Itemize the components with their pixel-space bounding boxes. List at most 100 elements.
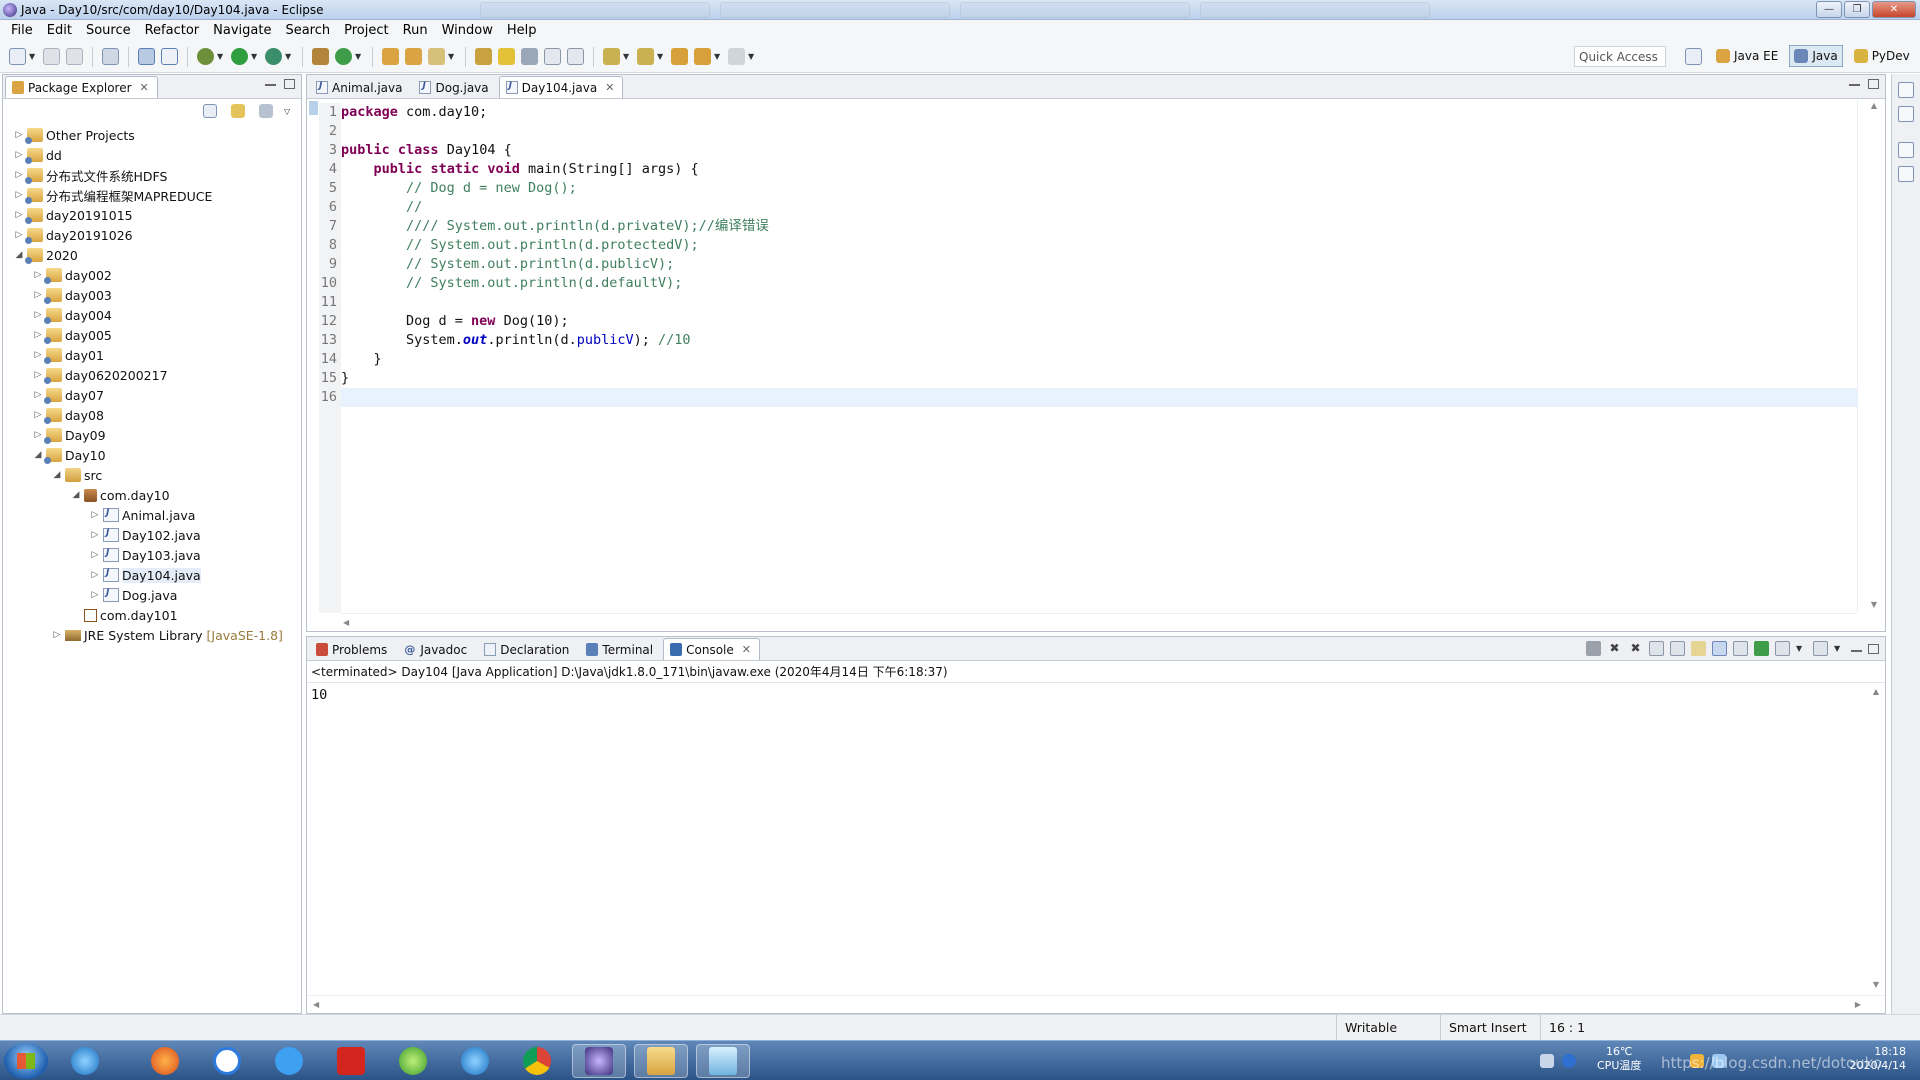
code-line[interactable]: Dog d = new Dog(10); bbox=[341, 312, 1857, 331]
menu-help[interactable]: Help bbox=[500, 23, 544, 38]
collapsed-arrow-icon[interactable]: ▷ bbox=[89, 530, 101, 540]
tab-day104-java[interactable]: Day104.java ✕ bbox=[498, 76, 624, 98]
tree-item[interactable]: ▷ day0620200217 bbox=[3, 365, 301, 385]
tree-item[interactable]: ◢ Day10 bbox=[3, 445, 301, 465]
overview-ruler[interactable]: ▲ ▼ bbox=[1857, 99, 1885, 613]
code-line[interactable]: package com.day10; bbox=[341, 103, 1857, 122]
quick-access-input[interactable]: Quick Access bbox=[1574, 46, 1666, 67]
menu-navigate[interactable]: Navigate bbox=[206, 23, 278, 38]
next-annotation-icon[interactable] bbox=[603, 48, 620, 65]
collapsed-arrow-icon[interactable]: ▷ bbox=[32, 410, 44, 420]
code-line[interactable]: public static void main(String[] args) { bbox=[341, 160, 1857, 179]
scroll-right-icon[interactable]: ▶ bbox=[1855, 1000, 1861, 1009]
search-icon[interactable] bbox=[428, 48, 445, 65]
tree-item[interactable]: ▷ JRE System Library [JavaSE-1.8] bbox=[3, 625, 301, 645]
collapsed-arrow-icon[interactable]: ▷ bbox=[13, 150, 25, 160]
code-line[interactable] bbox=[341, 388, 1857, 407]
toggle-mark-icon[interactable] bbox=[521, 48, 538, 65]
menu-source[interactable]: Source bbox=[79, 23, 138, 38]
pin-console-icon[interactable] bbox=[1754, 641, 1769, 656]
skip-breakpoints-icon[interactable] bbox=[161, 48, 178, 65]
tree-item[interactable]: ▷ Dog.java bbox=[3, 585, 301, 605]
code-line[interactable]: } bbox=[341, 369, 1857, 388]
tab-declaration[interactable]: Declaration bbox=[477, 638, 578, 660]
minimize-button[interactable]: — bbox=[1816, 1, 1842, 18]
taskbar-youdao[interactable] bbox=[324, 1044, 378, 1078]
clock[interactable]: 18:18 2020/4/14 bbox=[1850, 1045, 1906, 1073]
menu-edit[interactable]: Edit bbox=[40, 23, 79, 38]
view-menu-icon[interactable]: ▽ bbox=[284, 107, 291, 116]
taskbar-ie2[interactable] bbox=[448, 1044, 502, 1078]
expanded-arrow-icon[interactable]: ◢ bbox=[32, 450, 44, 460]
tree-item[interactable]: ▷ day08 bbox=[3, 405, 301, 425]
tree-item[interactable]: ▷ Day102.java bbox=[3, 525, 301, 545]
tree-item[interactable]: ◢ com.day10 bbox=[3, 485, 301, 505]
collapsed-arrow-icon[interactable]: ▷ bbox=[32, 330, 44, 340]
code-line[interactable]: // Dog d = new Dog(); bbox=[341, 179, 1857, 198]
tree-item[interactable]: ▷ Day09 bbox=[3, 425, 301, 445]
task-list-icon[interactable] bbox=[1898, 106, 1914, 122]
collapsed-arrow-icon[interactable]: ▷ bbox=[13, 170, 25, 180]
tree-item[interactable]: ▷ Day103.java bbox=[3, 545, 301, 565]
tab-problems[interactable]: Problems bbox=[309, 638, 396, 660]
show-on-output-icon[interactable] bbox=[1712, 641, 1727, 656]
taskbar-baidu-netdisk[interactable] bbox=[200, 1044, 254, 1078]
display-console-icon[interactable] bbox=[1775, 641, 1790, 656]
expanded-arrow-icon[interactable]: ◢ bbox=[13, 250, 25, 260]
tree-item[interactable]: ▷ day005 bbox=[3, 325, 301, 345]
focus-icon[interactable] bbox=[259, 104, 273, 118]
perspective-java[interactable]: Java bbox=[1789, 45, 1843, 67]
open-folder-icon[interactable] bbox=[405, 48, 422, 65]
keyboard-icon[interactable] bbox=[1540, 1054, 1554, 1068]
maximize-panel-icon[interactable] bbox=[1868, 643, 1879, 654]
tab-package-explorer[interactable]: Package Explorer ✕ bbox=[5, 76, 158, 98]
tree-item[interactable]: ▷ day20191015 bbox=[3, 205, 301, 225]
remove-launch-icon[interactable]: ✖ bbox=[1607, 641, 1622, 656]
code-line[interactable]: // System.out.println(d.publicV); bbox=[341, 255, 1857, 274]
tree-item[interactable]: ▷ 分布式编程框架MAPREDUCE bbox=[3, 185, 301, 205]
maximize-panel-icon[interactable] bbox=[284, 79, 295, 89]
word-wrap-icon[interactable] bbox=[1691, 641, 1706, 656]
tree-item[interactable]: ▷ day01 bbox=[3, 345, 301, 365]
horizontal-scrollbar[interactable]: ◀ ▶ bbox=[307, 995, 1885, 1013]
taskbar-ie[interactable] bbox=[58, 1044, 112, 1078]
highlight-icon[interactable] bbox=[498, 48, 515, 65]
code-line[interactable]: public class Day104 { bbox=[341, 141, 1857, 160]
show-on-error-icon[interactable] bbox=[1733, 641, 1748, 656]
collapsed-arrow-icon[interactable]: ▷ bbox=[89, 590, 101, 600]
terminal-icon[interactable] bbox=[138, 48, 155, 65]
tab-console[interactable]: Console ✕ bbox=[663, 638, 760, 660]
collapsed-arrow-icon[interactable]: ▷ bbox=[89, 570, 101, 580]
save-icon[interactable] bbox=[43, 48, 60, 65]
expanded-arrow-icon[interactable]: ◢ bbox=[70, 490, 82, 500]
code-line[interactable] bbox=[341, 293, 1857, 312]
taskbar-explorer[interactable] bbox=[634, 1044, 688, 1078]
taskbar-eclipse[interactable] bbox=[572, 1044, 626, 1078]
minimize-panel-icon[interactable] bbox=[1851, 649, 1862, 652]
horizontal-scrollbar[interactable]: ◀ bbox=[341, 613, 1857, 631]
close-icon[interactable]: ✕ bbox=[742, 643, 751, 656]
expanded-arrow-icon[interactable]: ◢ bbox=[51, 470, 63, 480]
menu-run[interactable]: Run bbox=[396, 23, 435, 38]
scroll-down-icon[interactable]: ▼ bbox=[1873, 980, 1879, 989]
maximize-panel-icon[interactable] bbox=[1868, 79, 1879, 89]
tree-item[interactable]: ▷ Day104.java bbox=[3, 565, 301, 585]
scroll-left-icon[interactable]: ◀ bbox=[313, 1000, 319, 1009]
code-line[interactable]: // System.out.println(d.defaultV); bbox=[341, 274, 1857, 293]
tree-item[interactable]: ▷ day002 bbox=[3, 265, 301, 285]
tree-item[interactable]: ◢ src bbox=[3, 465, 301, 485]
prev-annotation-icon[interactable] bbox=[637, 48, 654, 65]
open-console-icon[interactable] bbox=[1813, 641, 1828, 656]
perspective-pydev[interactable]: PyDev bbox=[1849, 45, 1915, 67]
taskbar-cloud[interactable] bbox=[262, 1044, 316, 1078]
tree-item[interactable]: ▷ day003 bbox=[3, 285, 301, 305]
code-line[interactable]: // bbox=[341, 198, 1857, 217]
chevron-down-icon[interactable]: ▼ bbox=[29, 52, 36, 61]
taskbar-notepad[interactable] bbox=[696, 1044, 750, 1078]
perspective-java-ee[interactable]: Java EE bbox=[1711, 45, 1783, 67]
tree-item[interactable]: com.day101 bbox=[3, 605, 301, 625]
collapsed-arrow-icon[interactable]: ▷ bbox=[13, 130, 25, 140]
restore-icon[interactable] bbox=[1898, 82, 1914, 98]
menu-project[interactable]: Project bbox=[337, 23, 395, 38]
remove-all-icon[interactable]: ✖ bbox=[1628, 641, 1643, 656]
